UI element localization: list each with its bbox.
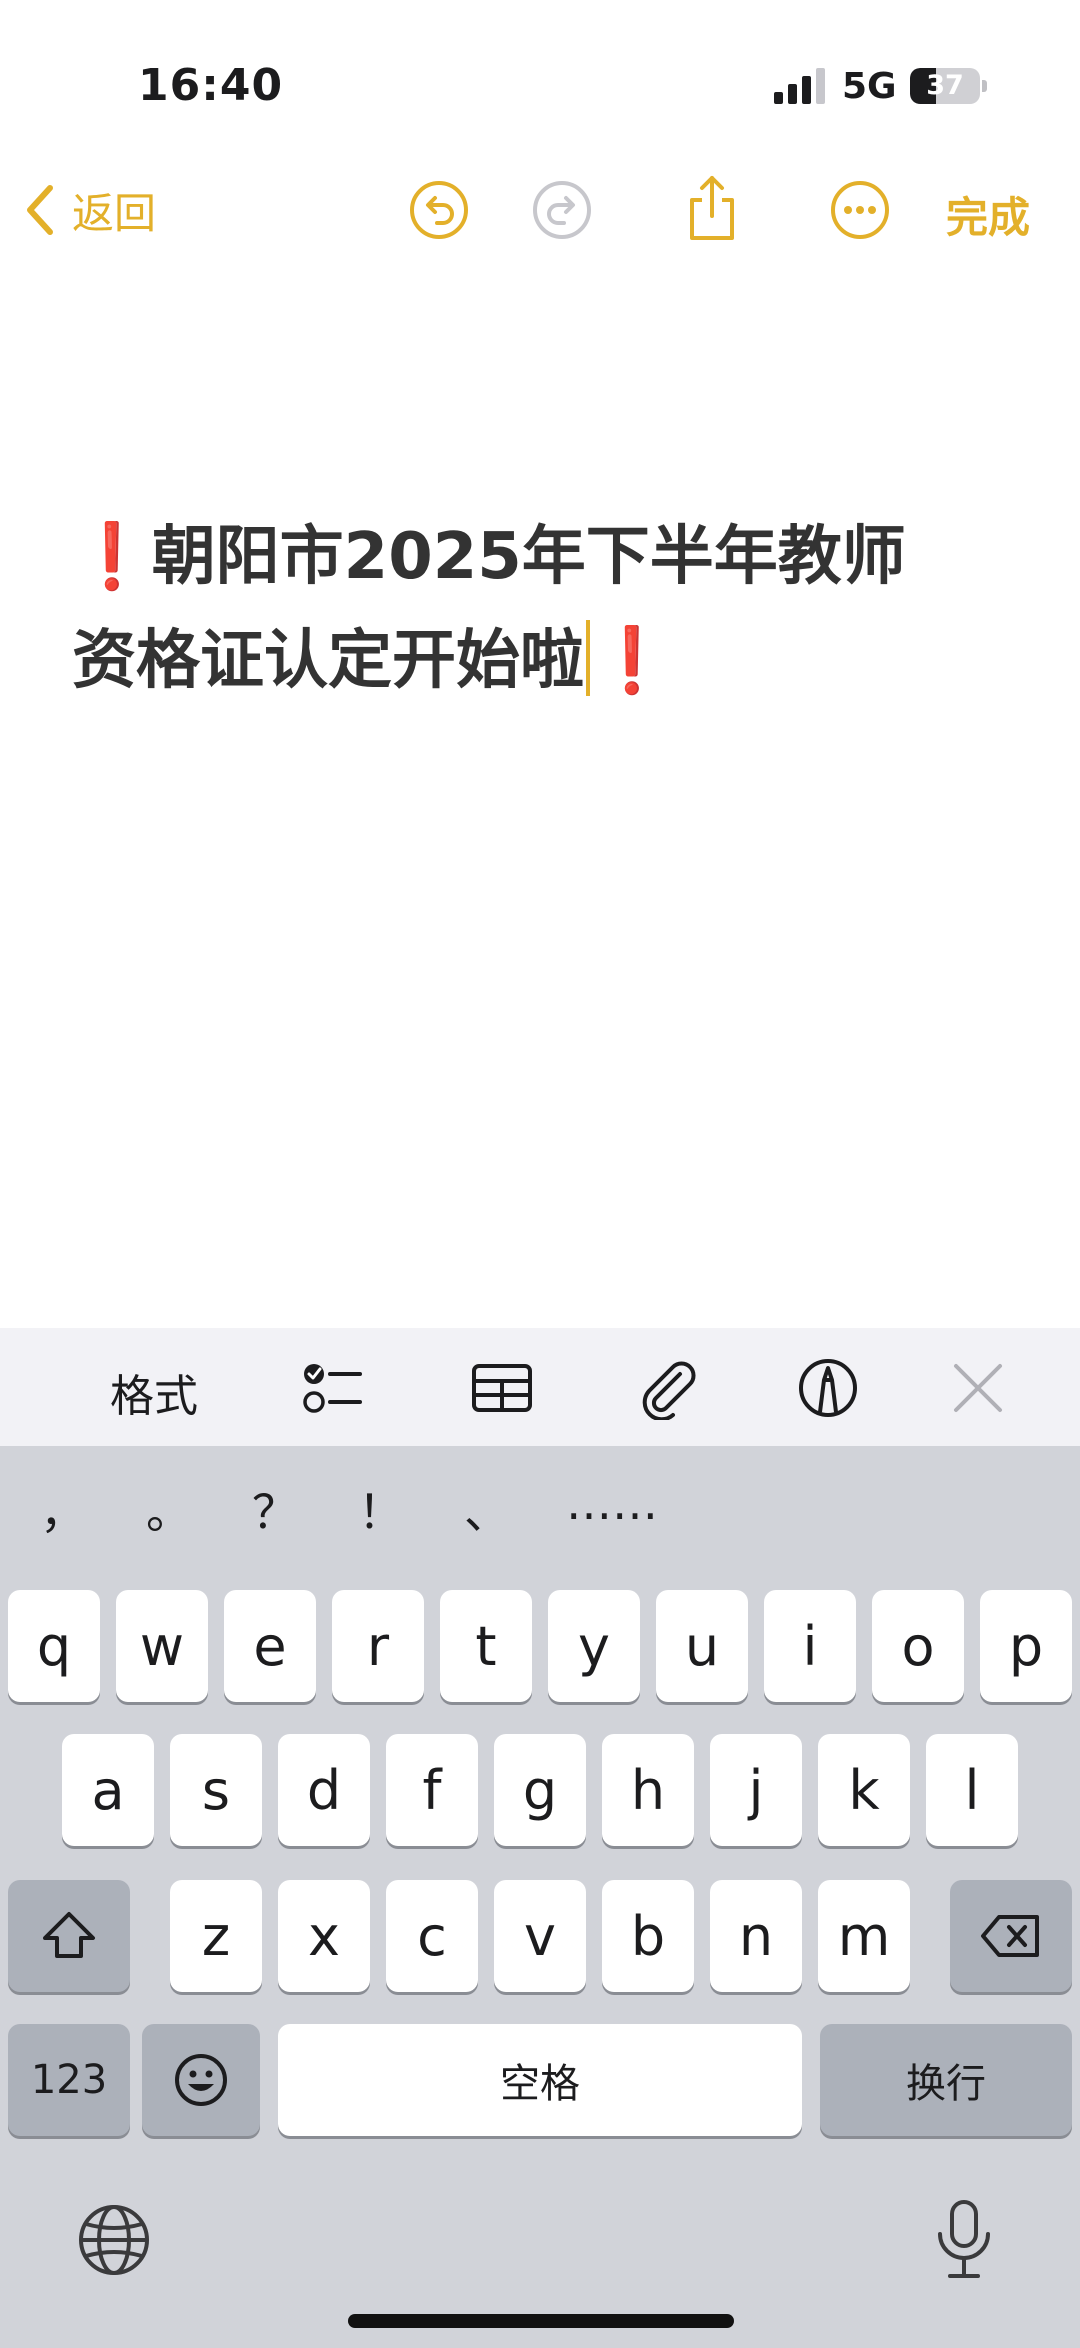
punct-key-comma[interactable]: ， [40,1476,86,1542]
share-icon[interactable] [680,174,744,242]
status-time: 16:40 [138,60,284,111]
battery-body: 37 [910,68,980,104]
return-key[interactable]: 换行 [820,2024,1072,2136]
punctuation-row: ， 。 ？ ！ 、 …… [0,1446,1080,1576]
key-e[interactable]: e [224,1590,316,1702]
battery-tip [982,80,987,92]
shift-key[interactable] [8,1880,130,1992]
key-x[interactable]: x [278,1880,370,1992]
home-indicator [348,2314,734,2328]
text-cursor [586,620,590,696]
network-label: 5G [842,66,897,107]
chevron-left-icon [27,185,53,235]
keyboard: ， 。 ？ ！ 、 …… q w e r t y u i o p a s d f… [0,1446,1080,2348]
punct-key-period[interactable]: 。 [146,1476,192,1542]
back-label: 返回 [72,188,157,238]
undo-icon[interactable] [407,178,471,242]
key-h[interactable]: h [602,1734,694,1846]
key-u[interactable]: u [656,1590,748,1702]
punct-key-exclamation[interactable]: ！ [358,1476,404,1542]
done-button[interactable]: 完成 [946,184,1030,245]
more-icon[interactable] [828,178,892,242]
exclamation-mark: ❗ [72,520,152,594]
emoji-key[interactable] [142,2024,260,2136]
signal-icon [774,68,825,104]
status-bar: 16:40 5G 37 [0,0,1080,175]
key-q[interactable]: q [8,1590,100,1702]
format-button[interactable]: 格式 [110,1360,198,1424]
key-p[interactable]: p [980,1590,1072,1702]
battery-icon: 37 [910,68,988,104]
table-icon[interactable] [470,1356,534,1420]
key-o[interactable]: o [872,1590,964,1702]
key-r[interactable]: r [332,1590,424,1702]
punct-key-ellipsis[interactable]: …… [566,1476,658,1530]
key-i[interactable]: i [764,1590,856,1702]
key-g[interactable]: g [494,1734,586,1846]
key-j[interactable]: j [710,1734,802,1846]
note-body[interactable]: ❗朝阳市2025年下半年教师 资格证认定开始啦 ❗ [72,505,1022,713]
punct-key-question[interactable]: ？ [252,1476,298,1542]
markup-pen-icon[interactable] [796,1356,860,1420]
numbers-key[interactable]: 123 [8,2024,130,2136]
format-bar: 格式 [0,1328,1080,1446]
punct-key-enumeration[interactable]: 、 [464,1476,510,1542]
backspace-icon [981,1915,1039,1957]
emoji-icon [175,2054,227,2106]
note-line-1: 朝阳市2025年下半年教师 [151,520,906,594]
key-s[interactable]: s [170,1734,262,1846]
key-d[interactable]: d [278,1734,370,1846]
note-line-2: 资格证认定开始啦 [72,624,584,698]
notes-toolbar: 返回 完成 [0,170,1080,250]
back-button[interactable]: 返回 [22,178,156,242]
key-v[interactable]: v [494,1880,586,1992]
key-m[interactable]: m [818,1880,910,1992]
key-t[interactable]: t [440,1590,532,1702]
key-z[interactable]: z [170,1880,262,1992]
key-n[interactable]: n [710,1880,802,1992]
key-a[interactable]: a [62,1734,154,1846]
globe-icon[interactable] [76,2202,152,2278]
shift-icon [43,1912,95,1958]
backspace-key[interactable] [950,1880,1072,1992]
key-f[interactable]: f [386,1734,478,1846]
microphone-icon[interactable] [930,2198,998,2282]
key-b[interactable]: b [602,1880,694,1992]
battery-percent: 37 [926,70,964,101]
redo-icon[interactable] [530,178,594,242]
paperclip-icon[interactable] [636,1356,700,1420]
key-k[interactable]: k [818,1734,910,1846]
close-icon[interactable] [946,1356,1010,1420]
checklist-icon[interactable] [300,1356,364,1420]
key-y[interactable]: y [548,1590,640,1702]
space-key[interactable]: 空格 [278,2024,802,2136]
key-c[interactable]: c [386,1880,478,1992]
exclamation-mark: ❗ [592,624,672,698]
key-l[interactable]: l [926,1734,1018,1846]
key-w[interactable]: w [116,1590,208,1702]
